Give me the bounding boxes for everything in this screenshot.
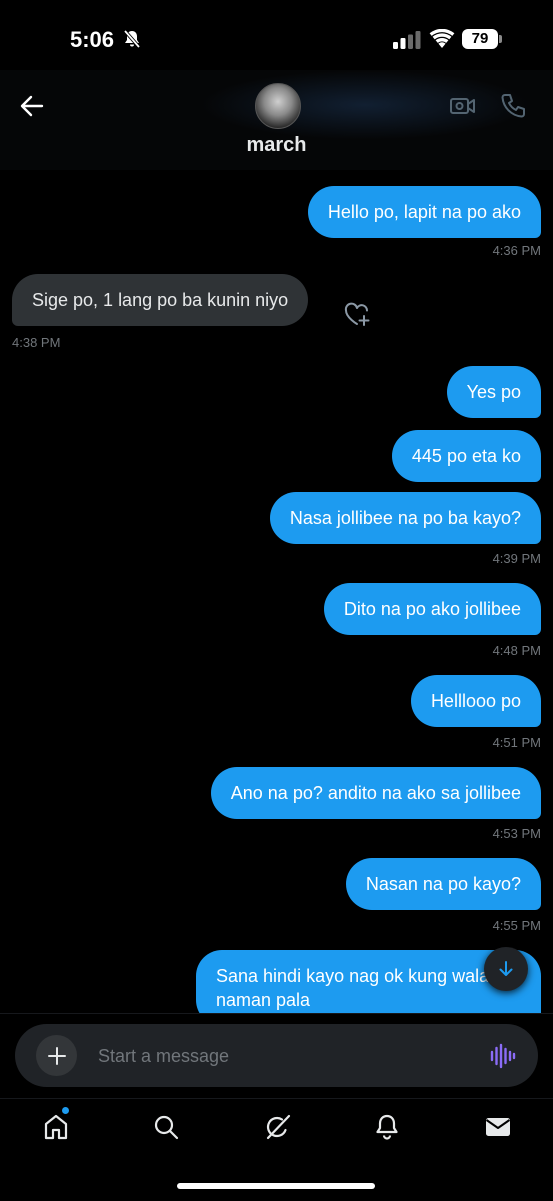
- message-bubble-received[interactable]: Sige po, 1 lang po ba kunin niyo: [12, 274, 309, 326]
- video-call-icon[interactable]: [449, 95, 477, 117]
- home-icon: [44, 1114, 68, 1140]
- message-bubble-sent[interactable]: Nasan na po kayo?: [345, 858, 541, 910]
- message-timestamp: 4:48 PM: [492, 643, 541, 658]
- message-bubble-sent[interactable]: 445 po eta ko: [391, 430, 541, 482]
- bell-muted-icon: [123, 29, 141, 49]
- wifi-icon: [429, 29, 455, 48]
- bottom-tab-bar: [0, 1098, 553, 1201]
- message-composer: [15, 1024, 538, 1087]
- battery-indicator: 79: [462, 29, 498, 49]
- status-time: 5:06: [70, 27, 115, 52]
- battery-tip: [499, 35, 502, 43]
- phone-icon[interactable]: [499, 92, 527, 120]
- tab-grok[interactable]: [257, 1111, 297, 1143]
- home-indicator: [177, 1183, 375, 1189]
- grok-icon: [266, 1114, 291, 1140]
- composer-area: [0, 1013, 553, 1099]
- conversation-header: march: [0, 70, 553, 170]
- message-bubble-sent[interactable]: Dito na po ako jollibee: [323, 583, 541, 635]
- envelope-icon: [485, 1118, 511, 1136]
- message-timestamp: 4:36 PM: [492, 243, 541, 258]
- message-bubble-sent[interactable]: Helllooo po: [410, 675, 541, 727]
- message-input[interactable]: [98, 1044, 458, 1068]
- message-bubble-sent[interactable]: Hello po, lapit na po ako: [307, 186, 541, 238]
- avatar[interactable]: [255, 83, 301, 129]
- tab-home[interactable]: [36, 1111, 76, 1143]
- message-bubble-sent[interactable]: Yes po: [446, 366, 541, 418]
- message-timestamp: 4:51 PM: [492, 735, 541, 750]
- arrow-down-icon: [499, 961, 513, 976]
- tab-notifications[interactable]: [367, 1111, 407, 1143]
- scroll-to-bottom-button[interactable]: [484, 947, 528, 991]
- tab-messages[interactable]: [478, 1111, 518, 1143]
- plus-icon: [47, 1046, 66, 1065]
- status-bar: 5:06 79: [0, 0, 553, 70]
- add-attachment-button[interactable]: [36, 1035, 77, 1076]
- message-timestamp: 4:53 PM: [492, 826, 541, 841]
- message-timestamp: 4:39 PM: [492, 551, 541, 566]
- message-bubble-sent[interactable]: Ano na po? andito na ako sa jollibee: [210, 767, 541, 819]
- message-list[interactable]: Hello po, lapit na po ako 4:36 PM Sige p…: [0, 170, 553, 1013]
- bell-icon: [376, 1114, 398, 1140]
- cellular-signal-icon: [393, 31, 421, 49]
- message-timestamp: 4:38 PM: [12, 335, 61, 350]
- back-button[interactable]: [18, 92, 46, 120]
- contact-name[interactable]: march: [0, 134, 553, 157]
- notification-dot: [62, 1107, 69, 1114]
- message-bubble-sent[interactable]: Nasa jollibee na po ba kayo?: [269, 492, 541, 544]
- heart-plus-icon[interactable]: [343, 302, 371, 328]
- search-icon: [154, 1115, 179, 1140]
- tab-search[interactable]: [146, 1111, 186, 1143]
- voice-wave-icon[interactable]: [490, 1043, 516, 1069]
- message-timestamp: 4:55 PM: [492, 918, 541, 933]
- header-blur: [200, 70, 530, 140]
